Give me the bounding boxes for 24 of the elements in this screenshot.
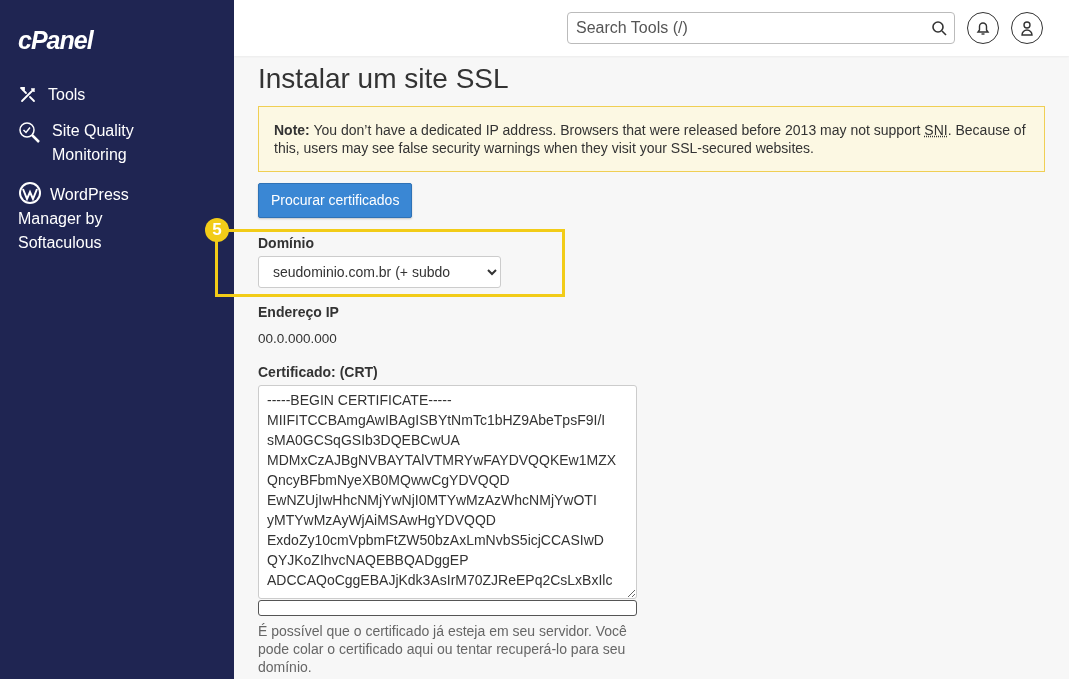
user-icon [1020, 20, 1034, 36]
domain-select[interactable]: seudominio.com.br (+ subdo [258, 256, 501, 288]
page-title: Instalar um site SSL [258, 62, 510, 96]
user-button[interactable] [1011, 12, 1043, 44]
wordpress-icon [18, 181, 42, 205]
magnifier-check-icon [18, 121, 42, 145]
field-label: Endereço IP [258, 303, 340, 321]
sidebar-item[interactable]: Tools [18, 83, 168, 107]
search-icon[interactable] [931, 20, 947, 36]
sidebar-item[interactable]: WordPress Manager by Softaculous [18, 179, 168, 255]
empty-field[interactable] [258, 600, 637, 617]
browse-certificates-button[interactable]: Procurar certificados [258, 183, 413, 218]
ip-address: 00.0.000.000 [258, 330, 338, 348]
certificate-textarea[interactable]: -----BEGIN CERTIFICATE----- MIIFITCCBAmgAwIBAgISBYtNmTc1bHZ9AbeTpsF9I/I sMA0GCSqGSIb3DQEBCwUA MDMxCzAJBgNVBAYTAlVTMRYwFAYDVQQKEw1MZX QncyBFbmNyeXB0MQwwCgYDVQQD EwNZUjIwHhcNMjYwNjI0MTYwMzAzWhcNMjYwOTI yMTYwMzAyWjAiMSAwHgYDVQQD ExdoZy10cmVpbmFtZW50bzAxLmNvbS5icjCCASIwD QYJKoZIhvcNAQEBBQADggEP ADCCAQoCggEBAJjKdk3AsIrM70ZJReEPq2CsLxBxIlc [258, 385, 637, 600]
search-field[interactable]: Search Tools (/) [567, 12, 955, 44]
notifications-button[interactable] [967, 12, 999, 44]
bell-icon [976, 20, 990, 36]
field-label: Certificado: (CRT) [258, 363, 379, 382]
note-text: Note: You don’t have a dedicated IP address. Browsers that were released before 2013 may not support SNI. Because of this, users may see false security warnings when they visit your SSL-secured websites. [274, 121, 1027, 157]
tools-icon [18, 85, 38, 105]
help-text: É possível que o certificado já esteja em seu servidor. Você pode colar o certificado aqui ou tentar recuperá-lo para seu domínio. [258, 622, 628, 677]
field-label: Domínio [258, 234, 315, 252]
logo: cPanel [18, 28, 93, 53]
sidebar-item[interactable]: Site Quality Monitoring [18, 119, 168, 167]
